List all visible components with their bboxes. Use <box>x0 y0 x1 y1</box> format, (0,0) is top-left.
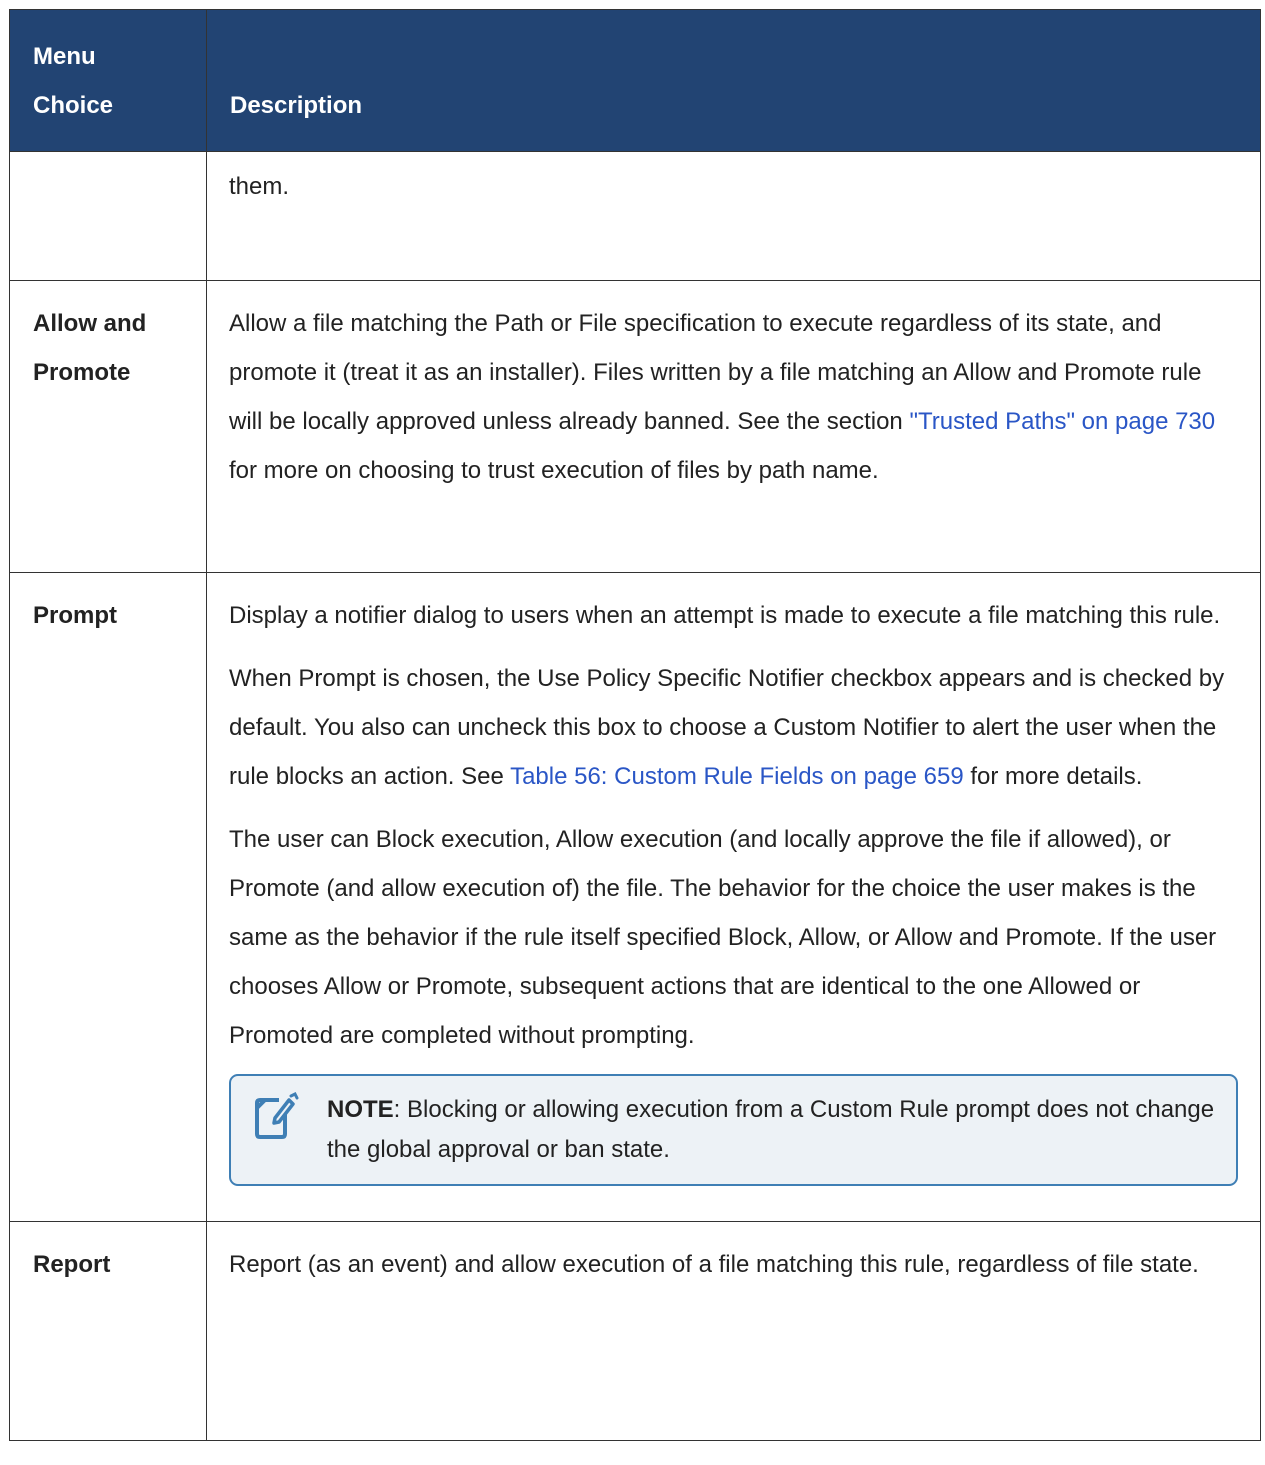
custom-rule-fields-link[interactable]: Table 56: Custom Rule Fields on page 659 <box>510 763 964 790</box>
table-row: Prompt Display a notifier dialog to user… <box>9 572 1261 1222</box>
table-header-row: Menu Choice Description <box>9 9 1261 152</box>
note-box: NOTE: Blocking or allowing execution fro… <box>229 1074 1238 1186</box>
table-row: them. <box>9 151 1261 281</box>
table-row: Report Report (as an event) and allow ex… <box>9 1221 1261 1441</box>
row-description-cell: Allow a file matching the Path or File s… <box>206 280 1261 573</box>
header-menu-choice: Menu Choice <box>9 9 207 152</box>
table-row: Allow and Promote Allow a file matching t… <box>9 280 1261 573</box>
note-text: NOTE: Blocking or allowing execution fro… <box>327 1096 1215 1163</box>
description-paragraph: Allow a file matching the Path or File s… <box>229 310 1216 484</box>
row-description-cell: them. <box>206 151 1261 281</box>
description-paragraph: Report (as an event) and allow execution… <box>229 1251 1199 1278</box>
row-choice-cell <box>9 151 207 281</box>
row-choice-cell: Allow and Promote <box>9 280 207 573</box>
description-paragraph: When Prompt is chosen, the Use Policy Sp… <box>229 665 1225 790</box>
description-paragraph: The user can Block execution, Allow exec… <box>229 826 1217 1049</box>
row-choice-cell: Prompt <box>9 572 207 1222</box>
trusted-paths-link[interactable]: "Trusted Paths" on page 730 <box>909 408 1215 435</box>
description-paragraph: Display a notifier dialog to users when … <box>229 602 1221 629</box>
note-pencil-icon <box>255 1092 299 1139</box>
row-description-cell: Report (as an event) and allow execution… <box>206 1221 1261 1441</box>
row-choice-cell: Report <box>9 1221 207 1441</box>
header-description: Description <box>206 9 1261 152</box>
menu-choice-table: Menu Choice Description them. Allow and Pr… <box>9 9 1261 1441</box>
row-description-cell: Display a notifier dialog to users when … <box>206 572 1261 1222</box>
